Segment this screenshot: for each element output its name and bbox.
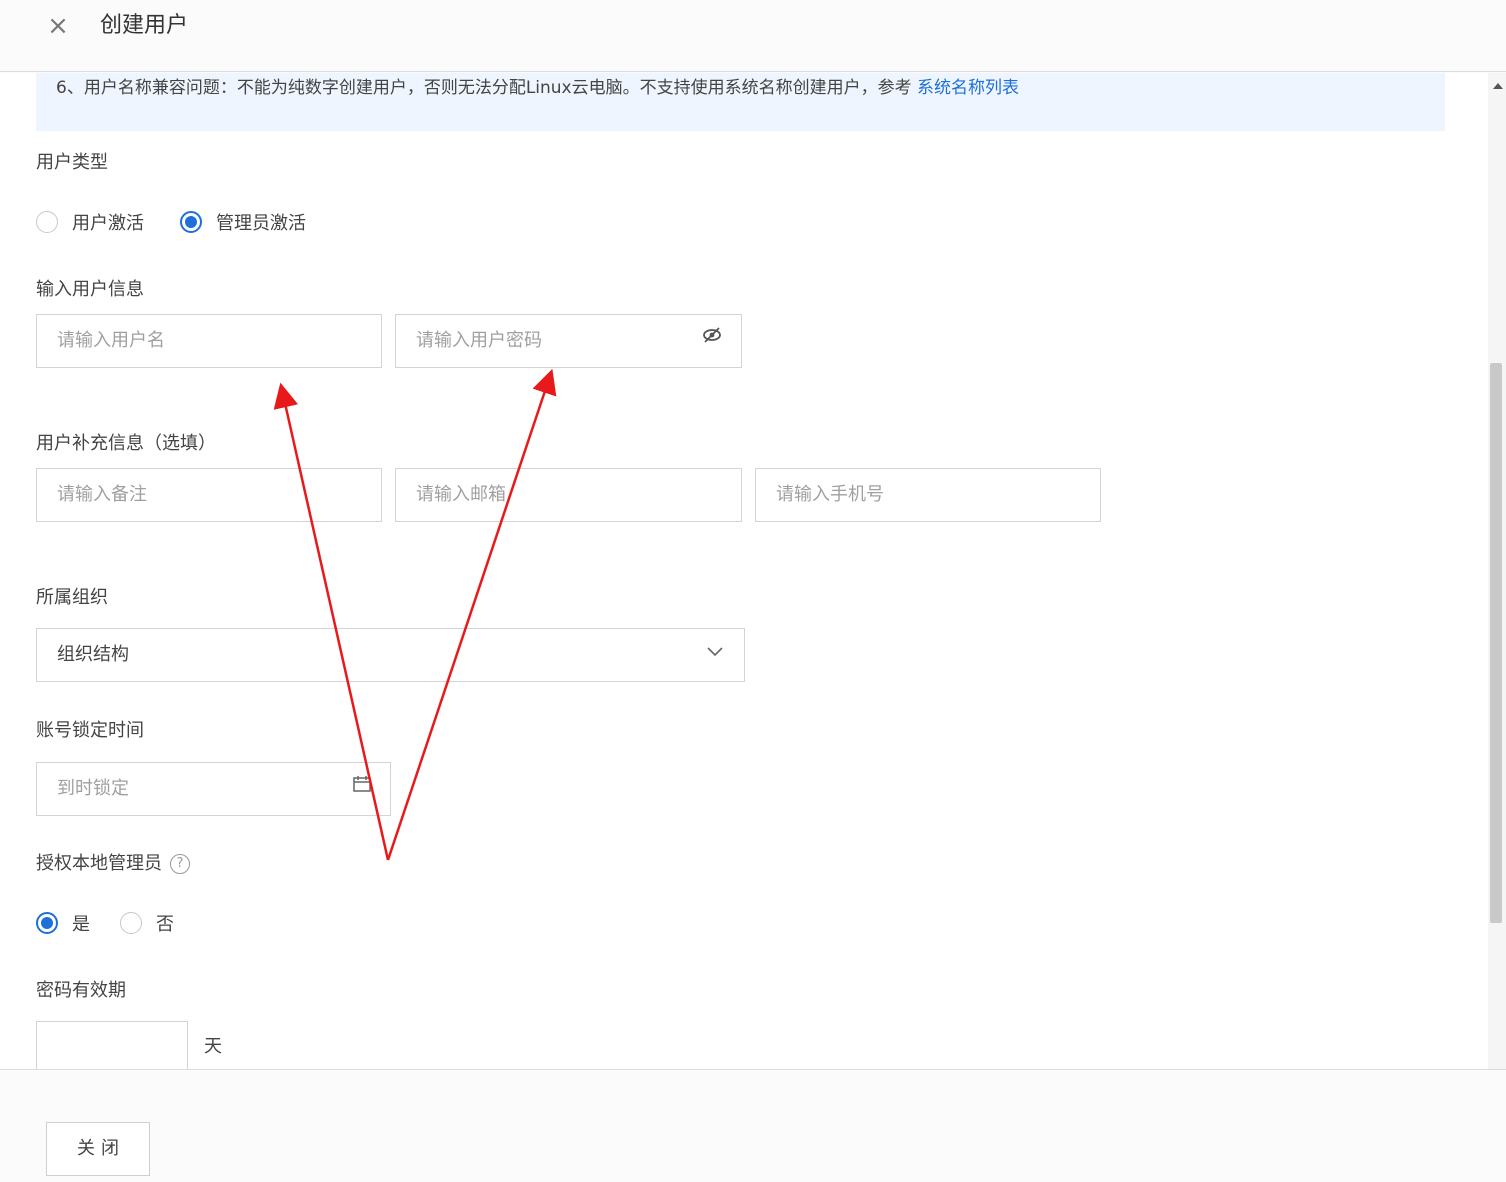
radio-circle <box>120 912 142 934</box>
local-admin-label: 授权本地管理员? <box>36 852 190 876</box>
radio-circle-checked <box>180 211 202 233</box>
dialog-footer: 关闭 <box>0 1069 1506 1182</box>
radio-label: 管理员激活 <box>216 213 306 234</box>
radio-admin-yes[interactable]: 是 <box>36 910 90 936</box>
radio-circle-checked <box>36 912 58 934</box>
lock-time-picker[interactable]: 到时锁定 <box>36 762 391 816</box>
system-names-link[interactable]: 系统名称列表 <box>917 78 1019 98</box>
user-info-label: 输入用户信息 <box>36 279 144 300</box>
username-input[interactable]: 请输入用户名 <box>36 314 382 368</box>
org-label: 所属组织 <box>36 587 108 608</box>
notice-banner: 6、用户名称兼容问题：不能为纯数字创建用户，否则无法分配Linux云电脑。不支持… <box>36 73 1445 131</box>
password-input[interactable]: 请输入用户密码 <box>395 314 742 368</box>
dialog-header: × 创建用户 <box>0 0 1506 72</box>
scroll-up-arrow-icon[interactable] <box>1493 83 1503 89</box>
remark-placeholder: 请输入备注 <box>57 484 147 505</box>
notice-text: 6、用户名称兼容问题：不能为纯数字创建用户，否则无法分配Linux云电脑。不支持… <box>56 78 918 98</box>
radio-user-activation[interactable]: 用户激活 <box>36 209 144 235</box>
eye-slash-icon[interactable] <box>701 315 723 367</box>
phone-placeholder: 请输入手机号 <box>776 484 884 505</box>
lock-time-placeholder: 到时锁定 <box>57 778 129 799</box>
scrollbar[interactable] <box>1488 73 1506 1069</box>
pwd-validity-unit: 天 <box>204 1036 222 1057</box>
question-circle-icon[interactable]: ? <box>170 854 190 874</box>
email-input[interactable]: 请输入邮箱 <box>395 468 742 522</box>
radio-admin-activation[interactable]: 管理员激活 <box>180 209 306 235</box>
radio-label: 用户激活 <box>72 213 144 234</box>
close-icon[interactable]: × <box>44 12 72 40</box>
user-type-label: 用户类型 <box>36 152 108 173</box>
local-admin-label-text: 授权本地管理员 <box>36 853 162 874</box>
radio-admin-no[interactable]: 否 <box>120 910 174 936</box>
org-select[interactable]: 组织结构 <box>36 628 745 682</box>
extra-info-label: 用户补充信息（选填） <box>36 433 216 454</box>
pwd-validity-label: 密码有效期 <box>36 980 126 1001</box>
dialog-body: 6、用户名称兼容问题：不能为纯数字创建用户，否则无法分配Linux云电脑。不支持… <box>0 73 1488 1069</box>
org-select-value: 组织结构 <box>57 644 129 665</box>
scroll-thumb[interactable] <box>1490 363 1502 923</box>
calendar-icon <box>352 763 372 815</box>
username-placeholder: 请输入用户名 <box>57 330 165 351</box>
phone-input[interactable]: 请输入手机号 <box>755 468 1101 522</box>
lock-time-label: 账号锁定时间 <box>36 720 144 741</box>
close-button[interactable]: 关闭 <box>46 1122 150 1176</box>
pwd-validity-input[interactable] <box>36 1021 188 1069</box>
email-placeholder: 请输入邮箱 <box>416 484 506 505</box>
radio-label: 是 <box>72 914 90 935</box>
remark-input[interactable]: 请输入备注 <box>36 468 382 522</box>
radio-label: 否 <box>156 914 174 935</box>
radio-circle <box>36 211 58 233</box>
password-placeholder: 请输入用户密码 <box>416 330 542 351</box>
dialog-title: 创建用户 <box>100 13 189 38</box>
chevron-down-icon <box>706 629 724 681</box>
